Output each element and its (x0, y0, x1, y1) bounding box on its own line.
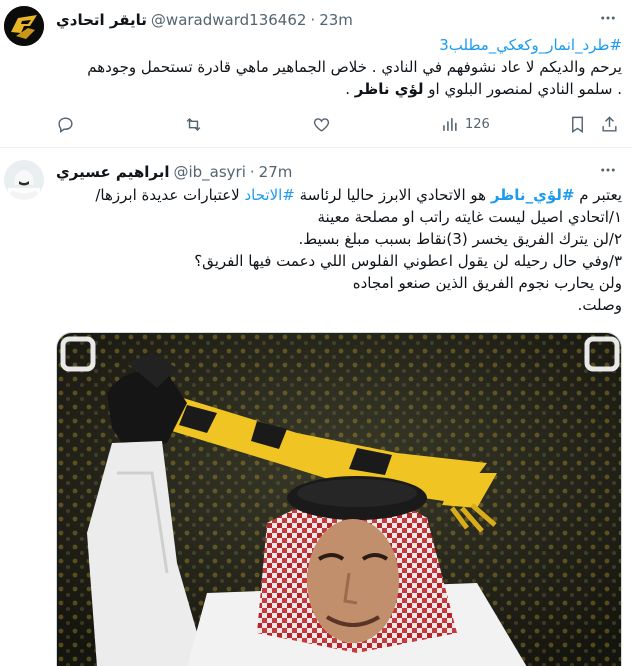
hashtag-link[interactable]: #طرد_انمار_وكعكي_مطلب3 (56, 34, 622, 56)
separator-dot: · (249, 163, 255, 181)
tweet-2-line-2: ١/اتحادي اصيل ليست غايته راتب او مصلحة م… (317, 208, 623, 226)
tweet-2-photo[interactable] (56, 332, 622, 666)
tweet-1-header: تايقر اتحادي @waradward136462 · 23m (56, 10, 353, 30)
views-button[interactable]: 126 (440, 115, 490, 134)
tweet-2-header: ابراهيم عسيري @ib_asyri · 27m (56, 162, 292, 182)
more-icon[interactable] (598, 8, 618, 28)
reply-icon (58, 116, 73, 133)
tweet-1-actions: 126 (56, 112, 618, 136)
tweet-2-line-5: ولن يحارب نجوم الفريق الذين صنعو امجاده (352, 274, 622, 292)
author-handle[interactable]: @waradward136462 (151, 11, 307, 29)
tweet-time[interactable]: 23m (319, 11, 353, 29)
separator-dot: · (310, 11, 316, 29)
avatar-ibrahim[interactable] (4, 160, 44, 200)
tweet-2-line-6: وصلت. (577, 296, 622, 314)
more-icon[interactable] (598, 160, 618, 180)
share-icon (602, 115, 617, 132)
tweet-1[interactable]: تايقر اتحادي @waradward136462 · 23m #طرد… (0, 0, 632, 148)
tweet-2-line-3: ٢/لن يترك الفريق يخسر (3)نقاط بسبب مبلغ … (298, 230, 623, 248)
bookmark-button[interactable] (568, 115, 587, 134)
reply-button[interactable] (56, 115, 75, 134)
tweet-1-line-2: يرحم والديكم لا عاد نشوفهم في النادي . خ… (87, 58, 622, 76)
tweet-2-line-1-c: لاعتبارات عديدة ابرزها/ (95, 186, 245, 204)
tweet-2-line-1: يعتبر م #لؤي_ناظر هو الاتحادي الابرز حال… (56, 184, 622, 206)
tweet-1-text: #طرد_انمار_وكعكي_مطلب3 يرحم والديكم لا ع… (56, 34, 622, 100)
share-button[interactable] (600, 115, 619, 134)
like-icon (313, 117, 330, 132)
tweet-2-line-4: ٣/وفي حال رحيله لن يقول اعطوني الفلوس ال… (194, 252, 622, 270)
tweet-1-line-3: . سلمو النادي لمنصور البلوي او لؤي ناظر … (56, 78, 622, 100)
author-name[interactable]: ابراهيم عسيري (56, 163, 169, 181)
hashtag-loay-nazer[interactable]: #لؤي_ناظر (491, 186, 575, 204)
tweet-1-line-3-post: . (345, 80, 355, 98)
views-icon (443, 117, 457, 131)
bold-name: لؤي ناظر (354, 80, 424, 98)
tweet-2-line-1-b: هو الاتحادي الابرز حاليا لرئاسة (294, 186, 491, 204)
tweet-2-line-1-a: يعتبر م (574, 186, 622, 204)
views-count: 126 (465, 116, 490, 132)
tweet-1-line-3-pre: . سلمو النادي لمنصور البلوي او (423, 80, 622, 98)
tweet-time[interactable]: 27m (259, 163, 293, 181)
avatar-tigerittihadi[interactable] (4, 6, 44, 46)
author-handle[interactable]: @ib_asyri (173, 163, 245, 181)
retweet-button[interactable] (184, 115, 203, 134)
tweet-2-text: يعتبر م #لؤي_ناظر هو الاتحادي الابرز حال… (56, 184, 622, 316)
retweet-icon (186, 117, 201, 131)
like-button[interactable] (312, 115, 331, 134)
hashtag-ittihad[interactable]: #الاتحاد (244, 186, 294, 204)
bookmark-icon (572, 116, 583, 133)
author-name[interactable]: تايقر اتحادي (56, 11, 147, 29)
